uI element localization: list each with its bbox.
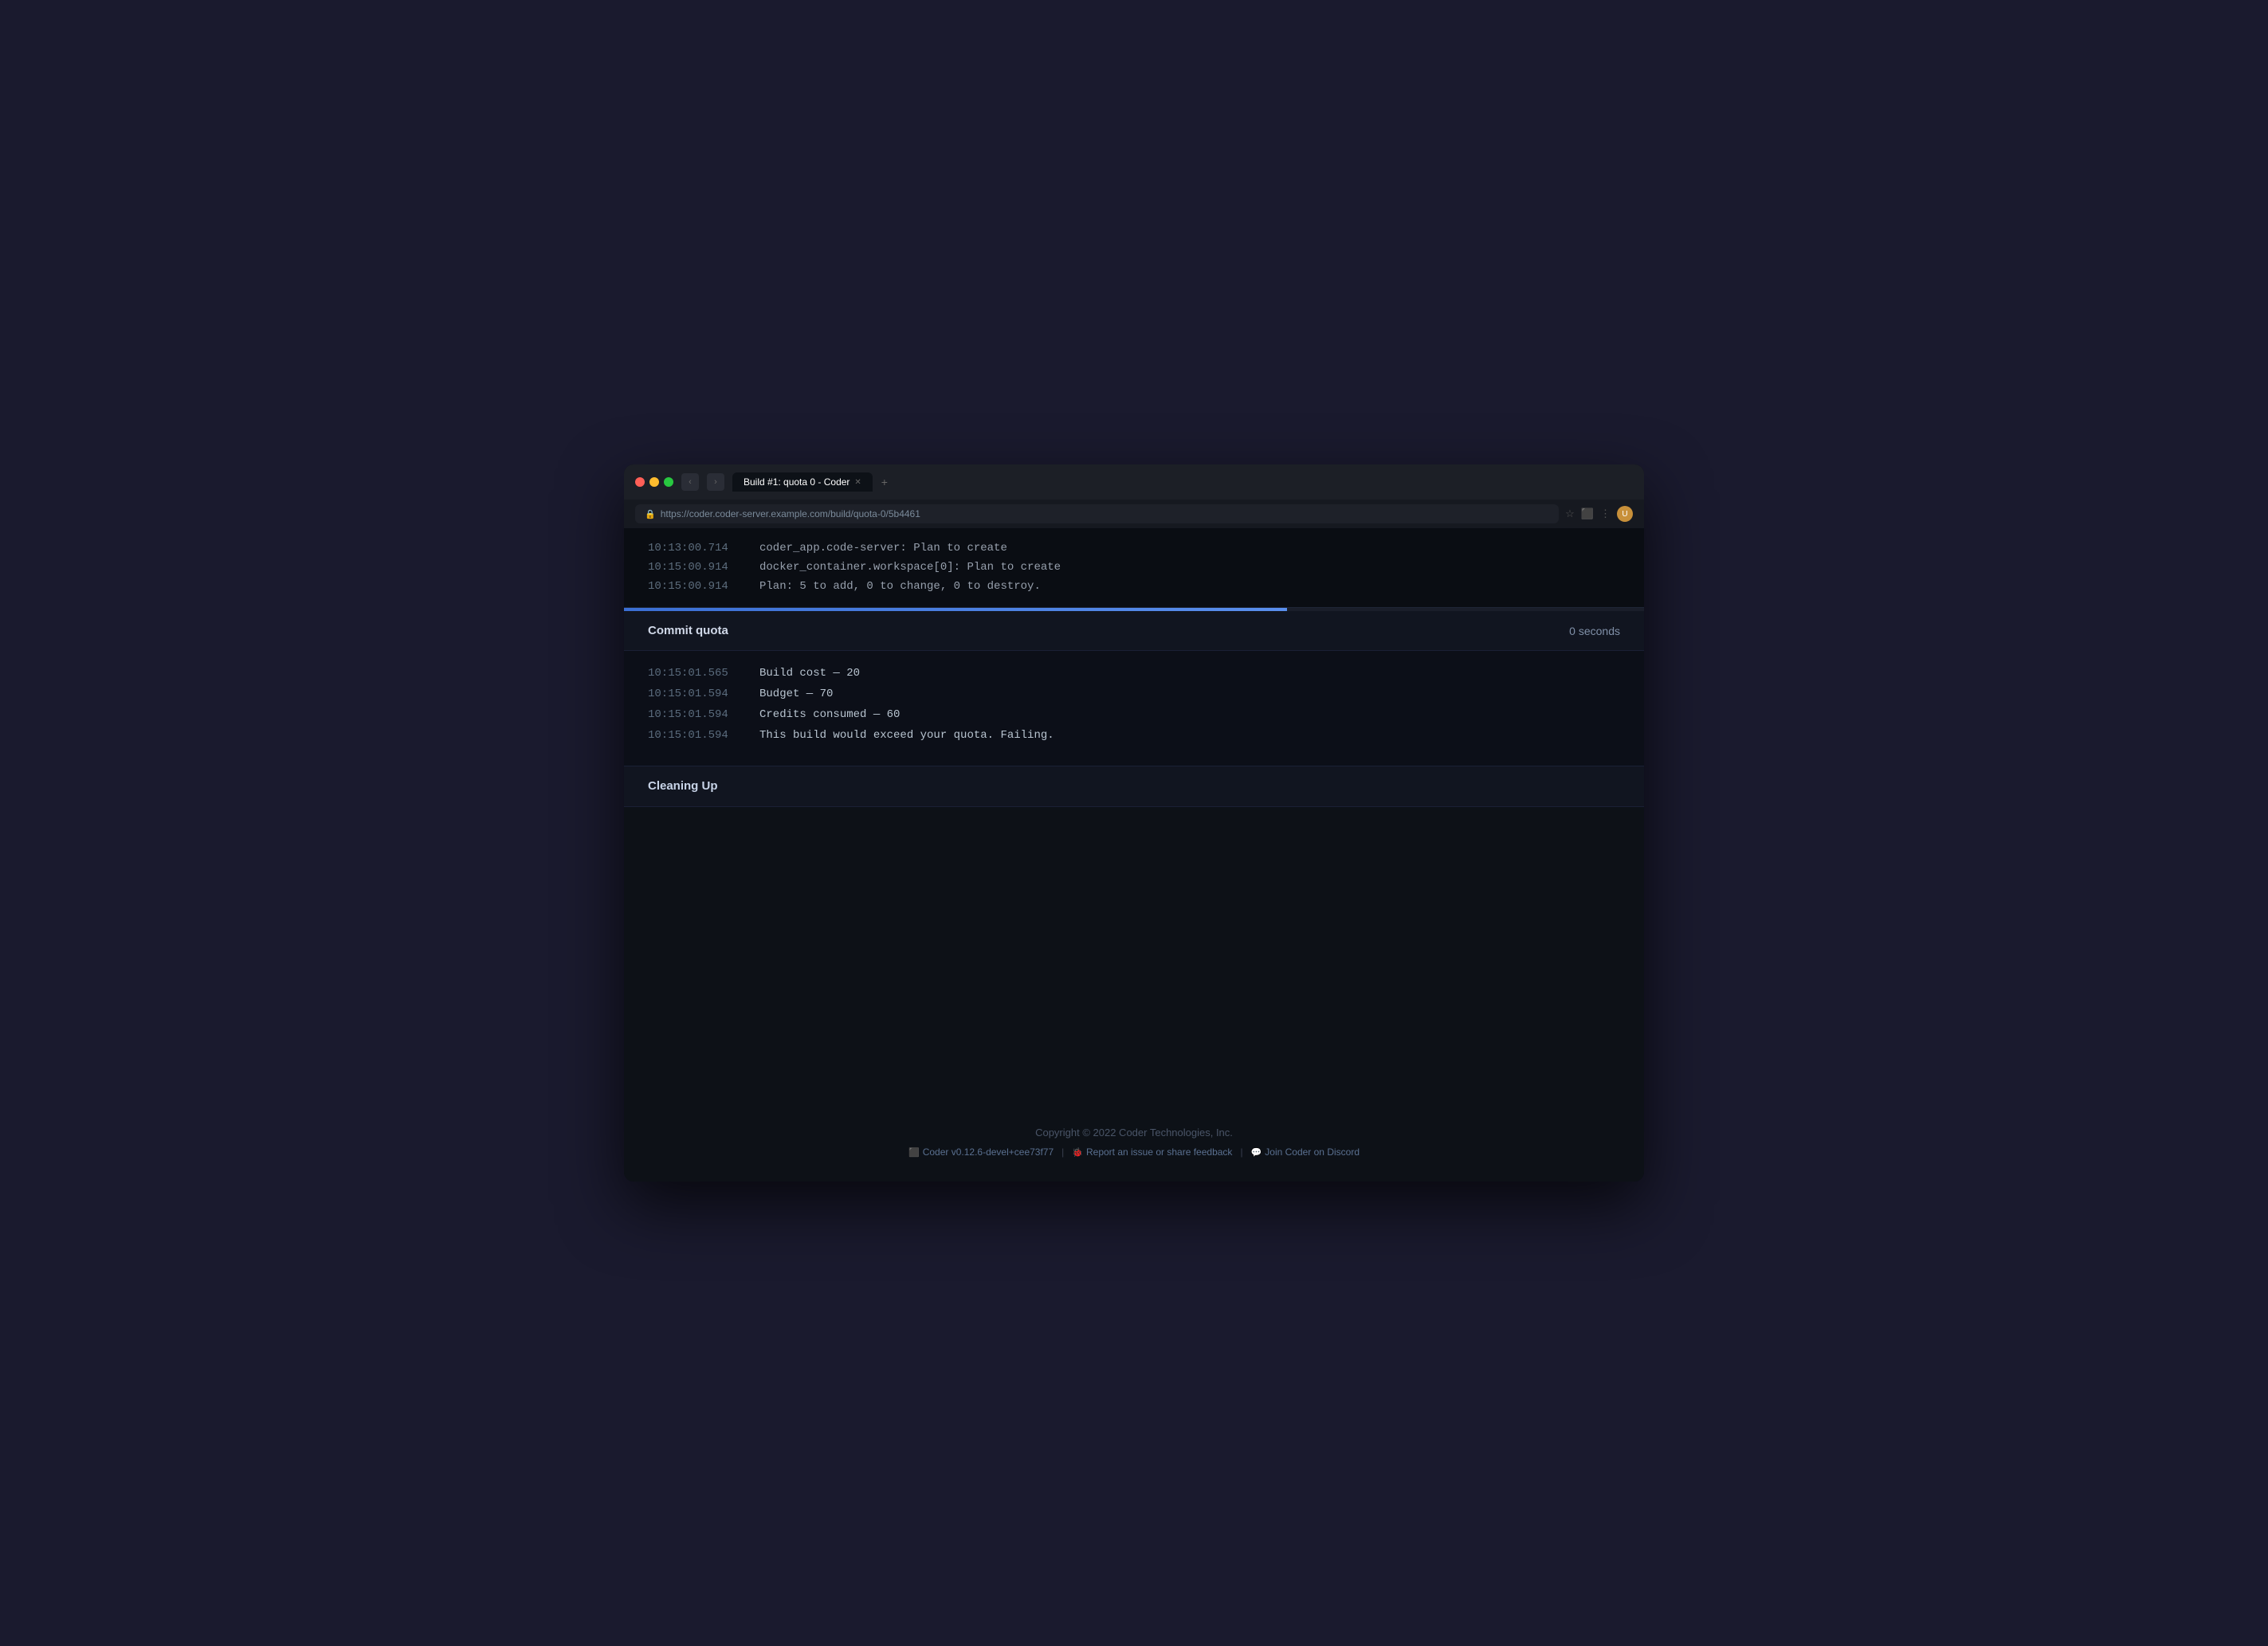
commit-quota-section: Commit quota 0 seconds 10:15:01.565 Buil… [624,611,1644,766]
browser-content: 10:13:00.714 coder_app.code-server: Plan… [624,528,1644,1182]
tab-title: Build #1: quota 0 - Coder [744,476,850,488]
content-log-line: 10:15:01.594 Credits consumed — 60 [648,705,1620,726]
log-timestamp: 10:13:00.714 [648,539,736,558]
log-line: 10:15:00.914 docker_container.workspace[… [648,558,1620,578]
content-log-line: 10:15:01.594 Budget — 70 [648,684,1620,705]
traffic-light-yellow[interactable] [649,477,659,487]
back-button[interactable]: ‹ [681,473,699,491]
footer-copyright: Copyright © 2022 Coder Technologies, Inc… [1035,1127,1233,1138]
log-timestamp: 10:15:00.914 [648,578,736,597]
tab-bar: Build #1: quota 0 - Coder ✕ + [732,472,1633,492]
address-bar-row: 🔒 https://coder.coder-server.example.com… [624,500,1644,528]
content-log-timestamp: 10:15:01.594 [648,726,736,747]
discord-icon: 💬 [1251,1147,1262,1158]
content-log-line: 10:15:01.594 This build would exceed you… [648,726,1620,747]
new-tab-button[interactable]: + [876,473,893,491]
menu-icon[interactable]: ⋮ [1600,508,1611,520]
browser-chrome: ‹ › Build #1: quota 0 - Coder ✕ + [624,464,1644,500]
section-header: Commit quota 0 seconds [624,611,1644,651]
active-tab[interactable]: Build #1: quota 0 - Coder ✕ [732,472,873,492]
extensions-icon[interactable]: ⬛ [1581,508,1594,520]
coder-version-link[interactable]: ⬛ Coder v0.12.6-devel+cee73f77 [908,1146,1054,1158]
content-log-timestamp: 10:15:01.594 [648,684,736,705]
log-message: Plan: 5 to add, 0 to change, 0 to destro… [759,578,1041,597]
discord-text: Join Coder on Discord [1265,1146,1360,1158]
cleaning-up-section: Cleaning Up [624,766,1644,807]
traffic-lights [635,477,673,487]
report-issue-text: Report an issue or share feedback [1086,1146,1232,1158]
content-log-message: Budget — 70 [759,684,833,705]
lock-icon: 🔒 [645,509,656,519]
content-log-timestamp: 10:15:01.565 [648,664,736,684]
page-footer: Copyright © 2022 Coder Technologies, Inc… [624,807,1644,1182]
report-issue-link[interactable]: 🐞 Report an issue or share feedback [1072,1146,1232,1158]
discord-link[interactable]: 💬 Join Coder on Discord [1251,1146,1360,1158]
tab-close-button[interactable]: ✕ [854,478,861,487]
footer-links: ⬛ Coder v0.12.6-devel+cee73f77 | 🐞 Repor… [908,1146,1360,1158]
bookmark-icon[interactable]: ☆ [1565,508,1575,520]
section-time: 0 seconds [1569,625,1620,637]
log-line: 10:13:00.714 coder_app.code-server: Plan… [648,539,1620,558]
coder-version-text: Coder v0.12.6-devel+cee73f77 [923,1146,1054,1158]
log-message: coder_app.code-server: Plan to create [759,539,1007,558]
content-log-message: This build would exceed your quota. Fail… [759,726,1054,747]
content-log-message: Build cost — 20 [759,664,860,684]
url-text: https://coder.coder-server.example.com/b… [661,508,920,519]
footer-separator-1: | [1061,1146,1064,1158]
content-log-timestamp: 10:15:01.594 [648,705,736,726]
bug-icon: 🐞 [1072,1147,1083,1158]
toolbar-icons: ☆ ⬛ ⋮ U [1565,506,1633,522]
log-message: docker_container.workspace[0]: Plan to c… [759,558,1061,578]
log-line: 10:15:00.914 Plan: 5 to add, 0 to change… [648,578,1620,597]
avatar-icon[interactable]: U [1617,506,1633,522]
coder-logo-icon: ⬛ [908,1147,920,1158]
forward-button[interactable]: › [707,473,724,491]
footer-separator-2: | [1240,1146,1242,1158]
browser-window: ‹ › Build #1: quota 0 - Coder ✕ + 🔒 http… [624,464,1644,1182]
content-log-line: 10:15:01.565 Build cost — 20 [648,664,1620,684]
cleaning-title: Cleaning Up [648,779,718,793]
address-bar[interactable]: 🔒 https://coder.coder-server.example.com… [635,504,1559,523]
traffic-light-green[interactable] [664,477,673,487]
section-content: 10:15:01.565 Build cost — 20 10:15:01.59… [624,651,1644,766]
section-title: Commit quota [648,624,728,637]
traffic-light-red[interactable] [635,477,645,487]
content-log-message: Credits consumed — 60 [759,705,900,726]
terminal-log: 10:13:00.714 coder_app.code-server: Plan… [624,528,1644,608]
log-timestamp: 10:15:00.914 [648,558,736,578]
